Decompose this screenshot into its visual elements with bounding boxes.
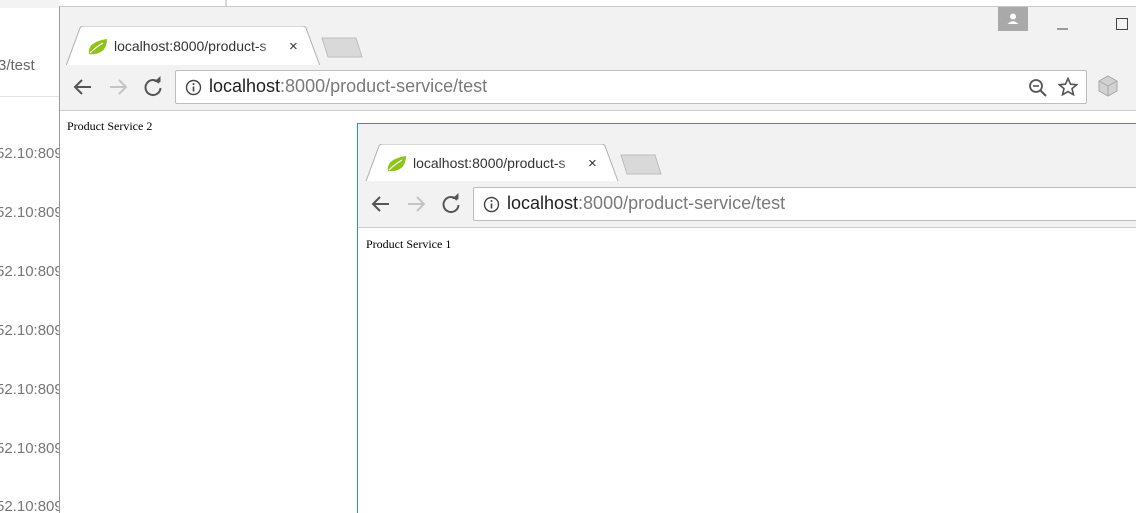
minimize-button[interactable] bbox=[1057, 17, 1069, 30]
forward-button[interactable] bbox=[405, 194, 427, 219]
zoom-out-icon bbox=[1029, 79, 1047, 97]
new-tab-icon bbox=[620, 154, 662, 175]
background-app: 3/test 52.10:809 52.10:809 52.10:809 52.… bbox=[0, 0, 60, 512]
background-app-titlebar bbox=[0, 0, 60, 8]
background-app-path: 3/test bbox=[0, 57, 35, 74]
url-path: :8000/product-service/test bbox=[280, 76, 488, 96]
zoom-button[interactable] bbox=[1028, 78, 1048, 103]
tab-active[interactable]: localhost:8000/product-s × bbox=[365, 144, 621, 184]
page-body-text: Product Service 2 bbox=[67, 119, 153, 133]
url-path: :8000/product-service/test bbox=[578, 193, 786, 213]
tab-title-fade bbox=[557, 155, 583, 175]
cube-icon bbox=[1098, 75, 1118, 97]
background-app-row: 52.10:809 bbox=[0, 381, 60, 398]
new-tab-button[interactable] bbox=[320, 37, 366, 64]
spring-leaf-icon bbox=[87, 38, 109, 61]
maximize-button[interactable] bbox=[1116, 18, 1130, 32]
url-host: localhost bbox=[209, 76, 281, 96]
extension-button[interactable] bbox=[1096, 74, 1120, 103]
minimize-icon bbox=[1057, 28, 1068, 30]
background-app-row: 52.10:809 bbox=[0, 145, 60, 162]
bookmark-button[interactable] bbox=[1057, 76, 1079, 102]
info-icon[interactable] bbox=[483, 196, 500, 218]
spring-leaf-icon bbox=[386, 155, 408, 178]
tab-title-fade bbox=[258, 38, 284, 58]
reload-button[interactable] bbox=[142, 76, 164, 103]
background-app-row: 52.10:809 bbox=[0, 204, 60, 221]
background-app-row: 52.10:809 bbox=[0, 263, 60, 280]
tab-active[interactable]: localhost:8000/product-s × bbox=[66, 26, 322, 66]
forward-button[interactable] bbox=[107, 77, 129, 102]
back-button[interactable] bbox=[370, 194, 392, 219]
page-body-text: Product Service 1 bbox=[366, 237, 452, 251]
address-bar[interactable]: localhost:8000/product-service/test bbox=[175, 70, 1087, 104]
tab-close-button[interactable]: × bbox=[289, 39, 298, 55]
url-text[interactable]: localhost:8000/product-service/test bbox=[507, 193, 785, 214]
person-icon bbox=[1007, 13, 1019, 24]
reload-icon bbox=[442, 193, 460, 214]
new-tab-button[interactable] bbox=[619, 154, 665, 181]
star-icon bbox=[1057, 76, 1079, 97]
address-bar[interactable]: localhost:8000/product-service/test bbox=[473, 187, 1136, 221]
info-icon[interactable] bbox=[185, 79, 202, 101]
new-tab-icon bbox=[321, 37, 363, 58]
arrow-left-icon bbox=[371, 196, 389, 212]
arrow-left-icon bbox=[73, 79, 91, 95]
browser-window-front: localhost:8000/product-s × localhost:800… bbox=[357, 123, 1136, 513]
arrow-right-icon bbox=[408, 196, 426, 212]
background-app-row: 52.10:809 bbox=[0, 498, 60, 512]
background-app-row: 52.10:809 bbox=[0, 440, 60, 457]
url-text[interactable]: localhost:8000/product-service/test bbox=[209, 76, 487, 97]
background-app-row: 52.10:809 bbox=[0, 322, 60, 339]
reload-button[interactable] bbox=[440, 193, 462, 220]
back-button[interactable] bbox=[72, 77, 94, 102]
reload-icon bbox=[144, 76, 162, 97]
url-host: localhost bbox=[507, 193, 579, 213]
tab-close-button[interactable]: × bbox=[588, 156, 597, 172]
toolbar: localhost:8000/product-service/test bbox=[60, 65, 1136, 111]
arrow-right-icon bbox=[110, 79, 128, 95]
toolbar: localhost:8000/product-service/test bbox=[358, 181, 1136, 228]
maximize-icon bbox=[1116, 18, 1128, 30]
profile-button[interactable] bbox=[998, 7, 1028, 31]
background-app-divider bbox=[0, 96, 60, 97]
